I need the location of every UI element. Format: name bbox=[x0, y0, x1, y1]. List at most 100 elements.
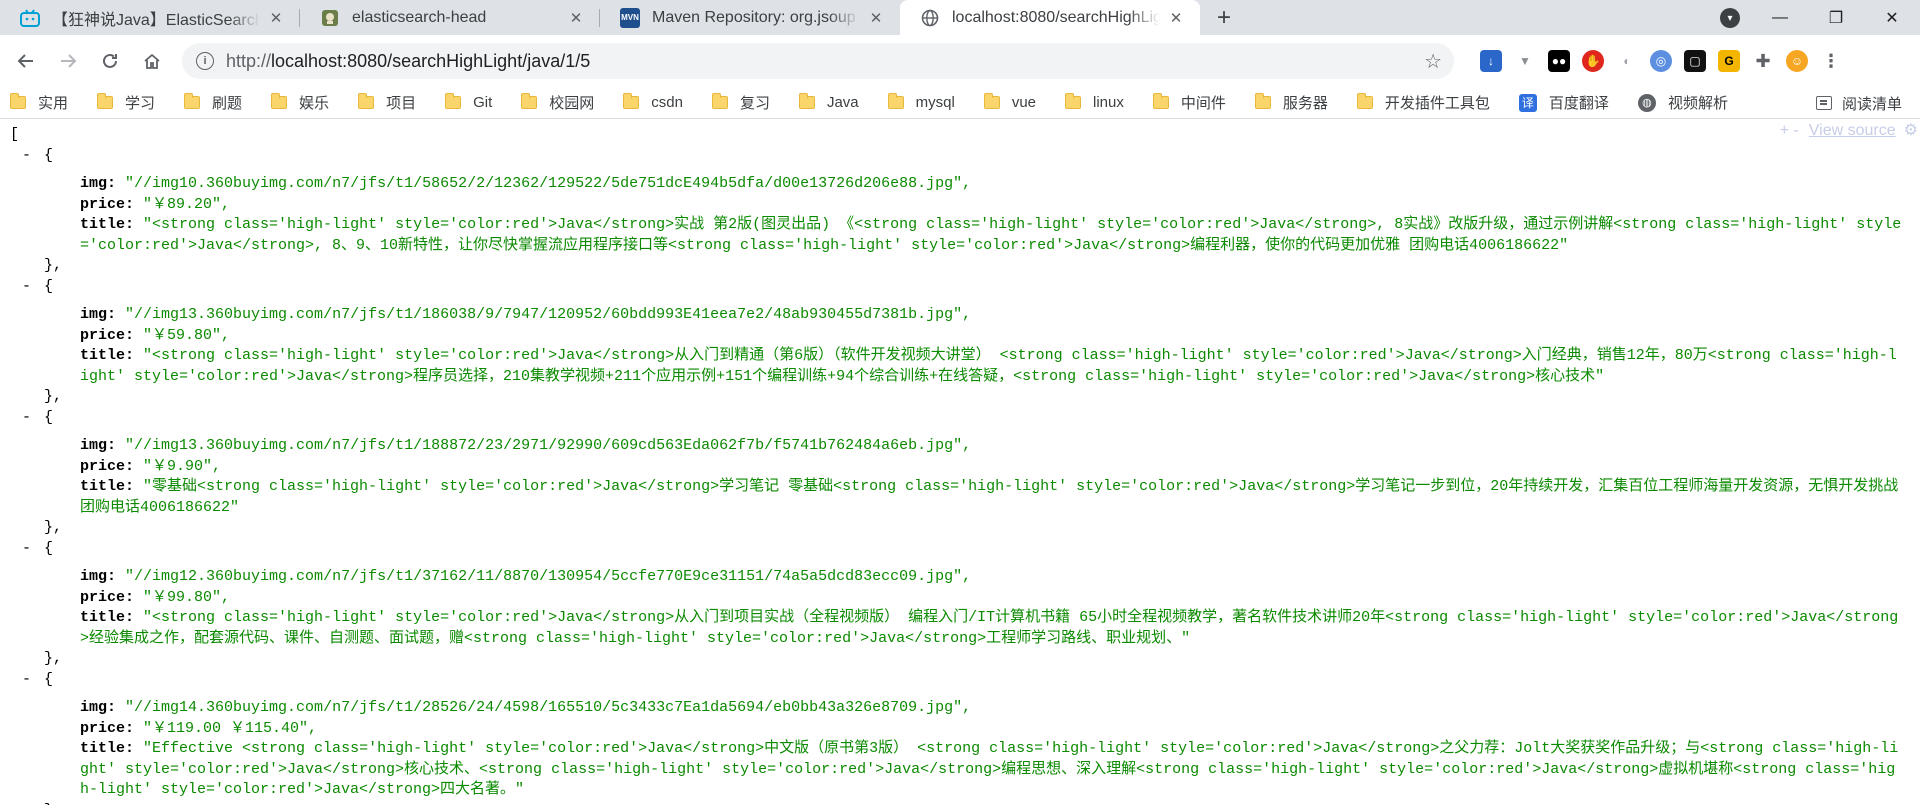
profile-avatar[interactable]: ☺ bbox=[1786, 50, 1808, 72]
bookmark-folder-git[interactable]: Git bbox=[445, 93, 492, 111]
folder-icon bbox=[521, 93, 538, 109]
url-host-path: localhost:8080/searchHighLight/java/1/5 bbox=[271, 50, 591, 71]
bookmark-folder-shiyong[interactable]: 实用 bbox=[10, 92, 68, 113]
site-info-icon[interactable]: i bbox=[196, 52, 214, 70]
folder-icon bbox=[1152, 93, 1169, 109]
tab-bilibili[interactable]: 【狂神说Java】ElasticSearch7.6 ✕ bbox=[0, 0, 300, 35]
tab-search-icon[interactable]: ▾ bbox=[1720, 8, 1740, 28]
home-icon[interactable] bbox=[134, 43, 170, 79]
tab-elasticsearch-head[interactable]: elasticsearch-head ✕ bbox=[300, 0, 600, 35]
proxy-extension-icon[interactable]: ◎ bbox=[1650, 50, 1672, 72]
close-icon[interactable]: ✕ bbox=[566, 8, 586, 28]
mouse-gesture-icon[interactable]: ◐ bbox=[1616, 50, 1638, 72]
gear-icon[interactable]: ⚙ bbox=[1904, 121, 1918, 142]
restore-icon[interactable]: ❐ bbox=[1808, 0, 1864, 35]
tab-strip: 【狂神说Java】ElasticSearch7.6 ✕ elasticsearc… bbox=[0, 0, 1920, 35]
folder-icon bbox=[10, 93, 26, 109]
tab-maven-repository[interactable]: MVN Maven Repository: org.jsoup » jsoup … bbox=[600, 0, 900, 35]
folder-icon bbox=[358, 93, 375, 109]
json-field-title: title: "<strong class='high-light' style… bbox=[80, 609, 1899, 647]
folder-icon bbox=[1356, 93, 1373, 109]
bookmark-star-icon[interactable]: ☆ bbox=[1424, 49, 1442, 74]
collapse-toggle[interactable]: - bbox=[22, 670, 44, 691]
json-object-close: }, bbox=[44, 650, 63, 667]
bookmark-baidu-translate[interactable]: 译百度翻译 bbox=[1518, 92, 1609, 113]
url-text[interactable]: http://localhost:8080/searchHighLight/ja… bbox=[226, 51, 1424, 72]
tab-title: localhost:8080/searchHighLight bbox=[952, 8, 1160, 26]
json-field-title: title: "零基础<strong class='high-light' st… bbox=[80, 478, 1899, 516]
json-viewer: + - View source ⚙ [ -{ img: "//img10.360… bbox=[0, 119, 1920, 805]
json-object-close: } bbox=[0, 801, 1920, 805]
maven-icon: MVN bbox=[620, 7, 640, 28]
json-object-open: -{ bbox=[0, 146, 1920, 167]
json-field-price: price: "￥59.80", bbox=[80, 326, 231, 344]
back-icon[interactable] bbox=[8, 43, 44, 79]
download-extension-icon[interactable]: ↓ bbox=[1480, 50, 1502, 72]
json-field-img: img: "//img13.360buyimg.com/n7/jfs/t1/18… bbox=[80, 437, 972, 454]
bookmark-folder-yule[interactable]: 娱乐 bbox=[271, 92, 329, 113]
forward-icon[interactable] bbox=[50, 43, 86, 79]
close-icon[interactable]: ✕ bbox=[266, 8, 286, 28]
reload-icon[interactable] bbox=[92, 43, 128, 79]
bookmark-folder-kaifachajian[interactable]: 开发插件工具包 bbox=[1356, 92, 1490, 113]
collapse-toggle[interactable]: - bbox=[22, 146, 44, 167]
bookmark-folder-java[interactable]: Java bbox=[798, 93, 859, 111]
folder-icon bbox=[97, 93, 114, 109]
bookmark-video-parse[interactable]: ◍ 视频解析 bbox=[1637, 92, 1728, 113]
new-tab-button[interactable]: + bbox=[1206, 0, 1242, 35]
json-object-close: }, bbox=[44, 388, 63, 405]
bilibili-icon bbox=[20, 8, 40, 28]
menu-kebab-icon[interactable]: ⋮ bbox=[1820, 50, 1842, 72]
bookmark-folder-xiangmu[interactable]: 项目 bbox=[358, 92, 416, 113]
folder-icon bbox=[887, 93, 904, 109]
expand-collapse-controls[interactable]: + - bbox=[1780, 121, 1799, 142]
view-source-link[interactable]: View source bbox=[1809, 121, 1896, 142]
vue-devtools-icon[interactable]: ▼ bbox=[1514, 50, 1536, 72]
folder-icon bbox=[271, 93, 288, 109]
screenshot-extension-icon[interactable]: ▢ bbox=[1684, 50, 1706, 72]
collapse-toggle[interactable]: - bbox=[22, 277, 44, 298]
json-viewer-toolbar: + - View source ⚙ bbox=[1780, 121, 1920, 142]
collapse-toggle[interactable]: - bbox=[22, 408, 44, 429]
folder-icon bbox=[623, 93, 640, 109]
reading-list-icon bbox=[1815, 96, 1832, 110]
folder-icon bbox=[184, 93, 201, 109]
bookmark-folder-xiaoyuanwang[interactable]: 校园网 bbox=[521, 92, 594, 113]
url-protocol: http:// bbox=[226, 50, 272, 71]
close-icon[interactable]: ✕ bbox=[866, 8, 886, 28]
address-bar[interactable]: i http://localhost:8080/searchHighLight/… bbox=[182, 43, 1454, 79]
reading-list-button[interactable]: 阅读清单 bbox=[1815, 87, 1902, 119]
grammar-extension-icon[interactable]: G bbox=[1718, 50, 1740, 72]
close-icon[interactable]: ✕ bbox=[1166, 8, 1186, 28]
extensions-area: ↓ ▼ ●● ✋ ◐ ◎ ▢ G ✚ ☺ ⋮ bbox=[1474, 50, 1848, 72]
json-object-close: }, bbox=[44, 257, 63, 274]
tampermonkey-icon[interactable]: ●● bbox=[1548, 50, 1570, 72]
tab-localhost[interactable]: localhost:8080/searchHighLight ✕ bbox=[900, 0, 1200, 35]
folder-icon bbox=[711, 93, 728, 109]
bookmark-folder-csdn[interactable]: csdn bbox=[623, 93, 683, 111]
bookmark-folder-zhongjianjian[interactable]: 中间件 bbox=[1152, 92, 1226, 113]
bookmark-folder-fuwuqi[interactable]: 服务器 bbox=[1254, 92, 1328, 113]
bookmark-folder-xuexi[interactable]: 学习 bbox=[97, 92, 155, 113]
json-field-price: price: "￥99.80", bbox=[80, 588, 231, 606]
bookmark-folder-shuati[interactable]: 刷题 bbox=[184, 92, 242, 113]
collapse-toggle[interactable]: - bbox=[22, 539, 44, 560]
json-object-open: -{ bbox=[0, 408, 1920, 429]
puzzle-extensions-icon[interactable]: ✚ bbox=[1752, 50, 1774, 72]
bookmark-folder-mysql[interactable]: mysql bbox=[887, 93, 955, 111]
minimize-icon[interactable]: — bbox=[1752, 0, 1808, 35]
bookmark-folder-vue[interactable]: vue bbox=[983, 93, 1036, 111]
json-field-price: price: "￥119.00 ￥115.40", bbox=[80, 719, 318, 737]
adblock-icon[interactable]: ✋ bbox=[1582, 50, 1604, 72]
json-field-img: img: "//img13.360buyimg.com/n7/jfs/t1/18… bbox=[80, 306, 972, 323]
bookmark-folder-fuxi[interactable]: 复习 bbox=[711, 92, 770, 113]
window-close-icon[interactable]: ✕ bbox=[1864, 0, 1920, 35]
tab-title: Maven Repository: org.jsoup » jsoup bbox=[652, 8, 860, 26]
bookmark-folder-linux[interactable]: linux bbox=[1065, 93, 1124, 111]
json-object-open: -{ bbox=[0, 277, 1920, 298]
json-object-open: -{ bbox=[0, 670, 1920, 691]
folder-icon bbox=[445, 93, 462, 109]
folder-icon bbox=[1065, 93, 1082, 109]
json-field-price: price: "￥89.20", bbox=[80, 195, 231, 213]
tab-title: elasticsearch-head bbox=[352, 8, 487, 26]
